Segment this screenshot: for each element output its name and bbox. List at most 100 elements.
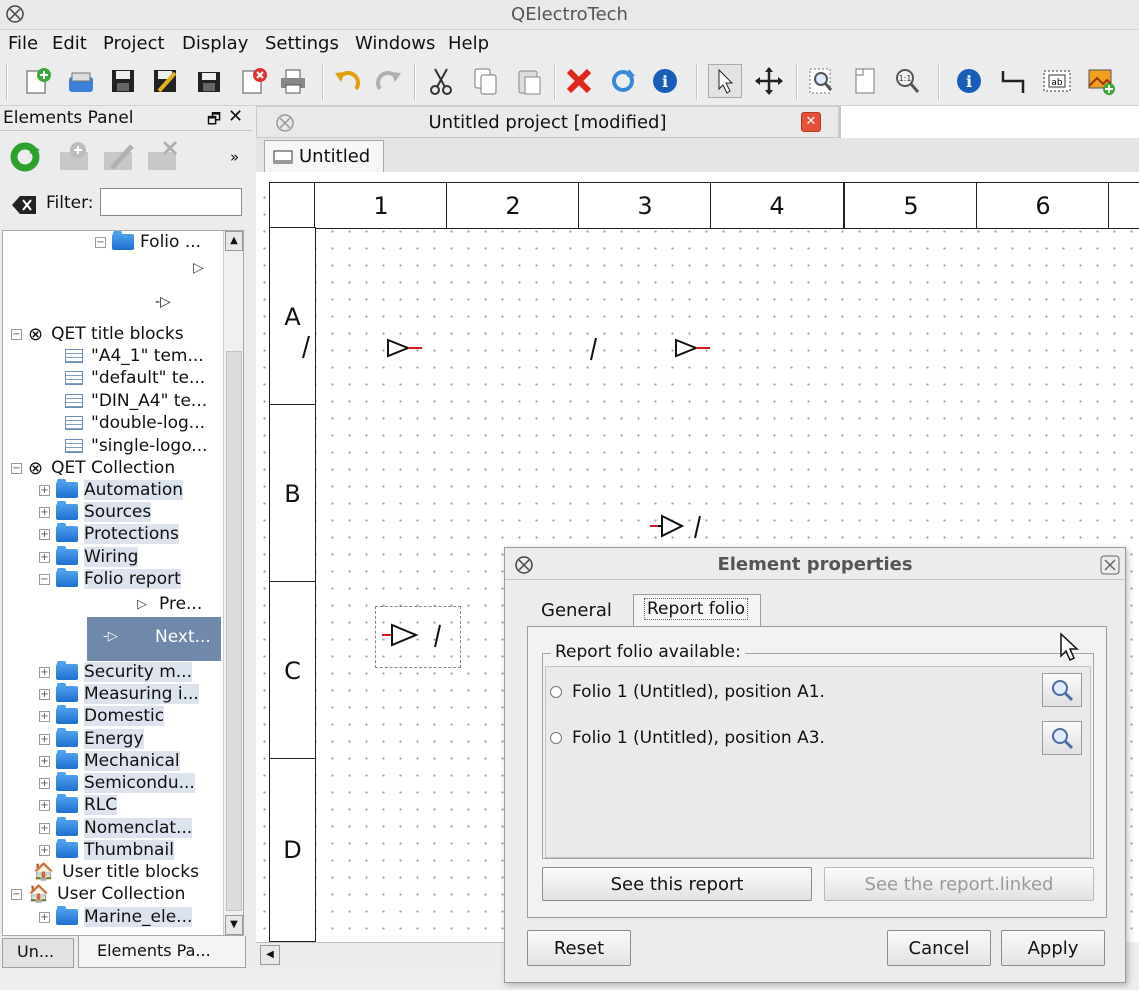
- tab-general[interactable]: General: [531, 596, 631, 626]
- tree-item-element[interactable]: ▷ Pre...: [137, 593, 202, 615]
- tab-report-folio[interactable]: Report folio: [633, 594, 761, 626]
- tab-undo[interactable]: Un...: [2, 938, 74, 968]
- tree-item-category[interactable]: + Sources: [39, 501, 152, 523]
- tree-item-category[interactable]: + Wiring: [39, 546, 139, 568]
- save-all-icon[interactable]: [192, 64, 226, 98]
- elements-tree[interactable]: ▲ ▼ − Folio ... ▷ -▷ − ⊗ QET title blocks "…: [2, 230, 244, 936]
- view-report-a3-button[interactable]: [1042, 721, 1082, 755]
- tree-item-category[interactable]: + Nomenclat...: [39, 817, 193, 839]
- tab-elements-panel[interactable]: Elements Pa...: [78, 936, 246, 968]
- scroll-down-icon[interactable]: ▼: [225, 915, 243, 935]
- tree-item-title-block[interactable]: "A4_1" tem...: [65, 345, 204, 367]
- cut-icon[interactable]: [424, 64, 458, 98]
- report-outgoing-element[interactable]: [384, 336, 424, 360]
- report-folio-groupbox: Report folio available: Folio 1 (Untitle…: [542, 642, 1094, 859]
- canvas-hscrollbar[interactable]: ◀: [256, 942, 506, 968]
- save-as-icon[interactable]: [148, 64, 182, 98]
- menu-file[interactable]: File: [8, 33, 38, 54]
- tab-folio-untitled[interactable]: Untitled: [264, 140, 384, 172]
- scroll-up-icon[interactable]: ▲: [225, 231, 243, 251]
- menu-help[interactable]: Help: [448, 33, 489, 54]
- menu-display[interactable]: Display: [182, 33, 248, 54]
- tree-item-title-block[interactable]: "DIN_A4" te...: [65, 390, 207, 412]
- column-header-partial: [1108, 182, 1139, 229]
- toolbar-overflow-icon[interactable]: »: [230, 148, 239, 166]
- rotate-icon[interactable]: [606, 64, 640, 98]
- undo-icon[interactable]: [330, 64, 364, 98]
- close-panel-icon[interactable]: ✕: [228, 106, 243, 127]
- tree-item-category[interactable]: + Thumbnail: [39, 839, 174, 861]
- dialog-close-icon[interactable]: [1099, 554, 1121, 576]
- menu-windows[interactable]: Windows: [355, 33, 435, 54]
- tree-item-category[interactable]: + Measuring i...: [39, 683, 199, 705]
- tree-item-title-block[interactable]: "default" te...: [65, 367, 205, 389]
- tree-item-category[interactable]: + RLC: [39, 794, 118, 816]
- tree-item-title-block[interactable]: "double-log...: [65, 412, 205, 434]
- cancel-button[interactable]: Cancel: [887, 930, 991, 966]
- tree-item-qet-collection[interactable]: − ⊗ QET Collection: [11, 457, 175, 479]
- see-this-report-button[interactable]: See this report: [542, 867, 812, 901]
- reload-icon[interactable]: [8, 140, 42, 174]
- row-header: A: [269, 227, 316, 406]
- clear-filter-icon[interactable]: [10, 194, 38, 216]
- report-option[interactable]: Folio 1 (Untitled), position A1.: [550, 681, 825, 703]
- print-icon[interactable]: [276, 64, 310, 98]
- scroll-left-icon[interactable]: ◀: [260, 945, 280, 965]
- radio-button[interactable]: [550, 686, 562, 698]
- redo-icon[interactable]: [372, 64, 406, 98]
- paste-icon[interactable]: [512, 64, 546, 98]
- delete-category-icon[interactable]: [146, 140, 180, 174]
- report-incoming-element[interactable]: [378, 621, 458, 651]
- add-text-icon[interactable]: ab: [1040, 64, 1074, 98]
- tree-item-category[interactable]: + Energy: [39, 728, 144, 750]
- tree-item-category[interactable]: + Domestic: [39, 705, 165, 727]
- menu-project[interactable]: Project: [103, 33, 165, 54]
- zoom-fit-icon[interactable]: [804, 64, 838, 98]
- open-icon[interactable]: [64, 64, 98, 98]
- tree-item-user-collection[interactable]: − 🏠 User Collection: [11, 883, 185, 905]
- tree-scrollbar[interactable]: ▲ ▼: [223, 231, 243, 935]
- radio-button[interactable]: [550, 732, 562, 744]
- tree-item-user-title-blocks[interactable]: 🏠 User title blocks: [33, 861, 199, 883]
- menu-edit[interactable]: Edit: [52, 33, 87, 54]
- select-pointer-icon[interactable]: [708, 64, 742, 98]
- selected-element-frame[interactable]: [375, 606, 461, 668]
- menu-settings[interactable]: Settings: [265, 33, 339, 54]
- move-icon[interactable]: [752, 64, 786, 98]
- tree-item-category[interactable]: + Marine_ele...: [39, 906, 193, 928]
- info-icon[interactable]: i: [648, 64, 682, 98]
- tree-item-title-blocks[interactable]: − ⊗ QET title blocks: [11, 323, 184, 345]
- apply-button[interactable]: Apply: [1001, 930, 1105, 966]
- add-image-icon[interactable]: [1084, 64, 1118, 98]
- tree-item-category[interactable]: + Security m...: [39, 661, 192, 683]
- add-conductor-icon[interactable]: [996, 64, 1030, 98]
- new-category-icon[interactable]: [58, 140, 92, 174]
- close-project-icon[interactable]: [236, 64, 270, 98]
- report-outgoing-element[interactable]: [672, 336, 712, 360]
- delete-icon[interactable]: [562, 64, 596, 98]
- zoom-page-icon[interactable]: [848, 64, 882, 98]
- tree-item-category[interactable]: + Protections: [39, 523, 179, 545]
- tree-item-folio-partial[interactable]: − Folio ...: [95, 231, 201, 253]
- menubar: File Edit Project Display Settings Windo…: [0, 30, 1139, 58]
- tree-item-category[interactable]: + Semicondu...: [39, 772, 195, 794]
- zoom-reset-icon[interactable]: 1:1: [890, 64, 924, 98]
- report-incoming-element[interactable]: [648, 512, 718, 542]
- scrollbar-thumb[interactable]: [226, 351, 242, 911]
- edit-category-icon[interactable]: [102, 140, 136, 174]
- see-linked-report-button[interactable]: See the report.linked: [824, 867, 1094, 901]
- properties-icon[interactable]: i: [952, 64, 986, 98]
- tree-item-category[interactable]: + Mechanical: [39, 750, 180, 772]
- tree-item-selected[interactable]: -▷ Next...: [87, 617, 221, 661]
- report-option[interactable]: Folio 1 (Untitled), position A3.: [550, 727, 825, 749]
- tree-item-category[interactable]: + Automation: [39, 479, 184, 501]
- filter-input[interactable]: [100, 188, 242, 216]
- reset-button[interactable]: Reset: [527, 930, 631, 966]
- tree-item-title-block[interactable]: "single-logo...: [65, 435, 208, 457]
- copy-icon[interactable]: [468, 64, 502, 98]
- close-project-button[interactable]: ✕: [801, 112, 821, 132]
- view-report-a1-button[interactable]: [1042, 673, 1082, 707]
- new-project-icon[interactable]: [20, 64, 54, 98]
- save-icon[interactable]: [106, 64, 140, 98]
- tree-item-category[interactable]: − Folio report: [39, 568, 181, 590]
